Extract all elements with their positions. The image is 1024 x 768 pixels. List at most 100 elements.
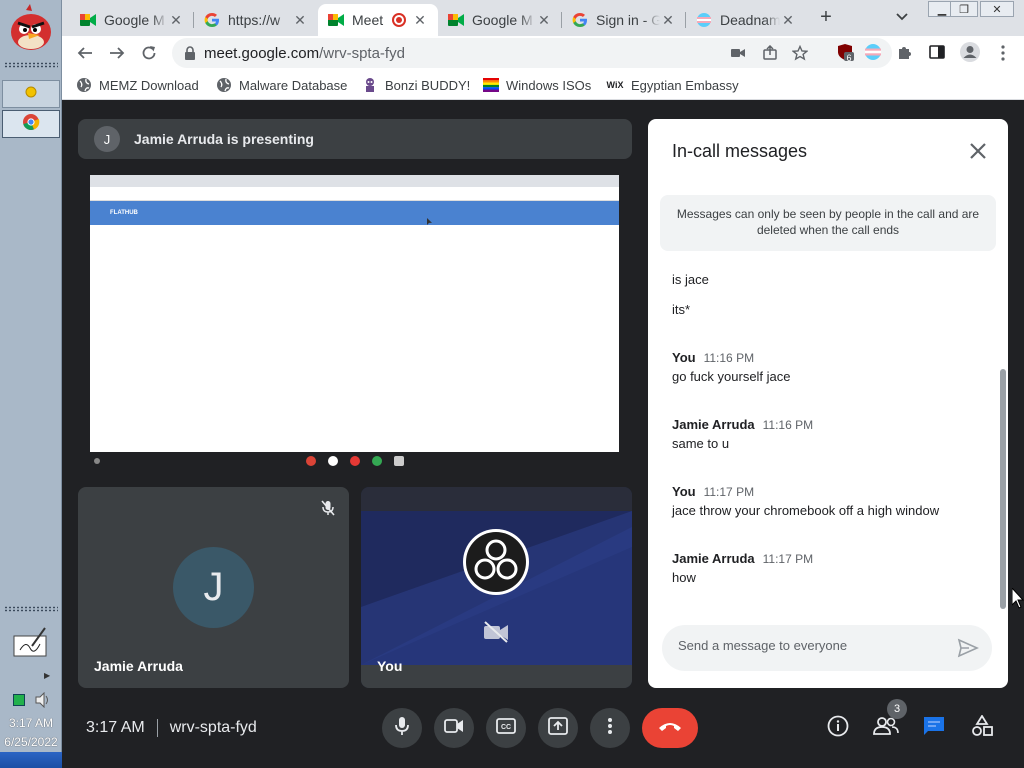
activities-shapes-icon	[971, 713, 993, 742]
signature-app-icon[interactable]	[12, 626, 48, 658]
close-tab-icon[interactable]: ✕	[780, 12, 796, 29]
taskbar-app-button[interactable]	[2, 80, 60, 108]
tab-title: Deadnam	[720, 12, 780, 28]
camera-in-use-icon[interactable]	[730, 45, 746, 61]
angry-bird-logo-icon[interactable]	[6, 4, 56, 54]
forward-button[interactable]	[106, 42, 128, 64]
new-tab-button[interactable]: +	[814, 6, 838, 29]
taskbar-date[interactable]: 6/25/2022	[0, 735, 62, 749]
chat-scrollbar[interactable]	[1000, 369, 1006, 609]
back-button[interactable]	[74, 42, 96, 64]
google-icon	[572, 12, 588, 28]
globe-icon	[76, 77, 92, 93]
tab-google-meet-2[interactable]: Google M ✕	[438, 4, 562, 36]
mic-muted-icon	[319, 499, 337, 522]
tab-search-chevron-icon[interactable]	[896, 8, 908, 24]
close-window-button[interactable]: ✕	[980, 1, 1014, 17]
message-sender: You	[672, 350, 696, 365]
tab-sign-in[interactable]: Sign in - G ✕	[562, 4, 686, 36]
restore-button[interactable]: ❐	[950, 1, 978, 17]
send-icon[interactable]	[956, 636, 980, 660]
tab-title: https://w	[228, 12, 281, 28]
bonzi-icon	[362, 77, 378, 93]
meet-content: J Jamie Arruda is presenting FLATHUB J J…	[62, 101, 1024, 768]
more-vert-icon	[607, 717, 613, 740]
shared-shelf	[90, 452, 619, 470]
tray-expand-icon[interactable]: ▶	[44, 671, 50, 680]
message-input[interactable]	[678, 638, 938, 653]
more-options-button[interactable]	[590, 708, 630, 748]
bookmark-malware-database[interactable]: Malware Database	[216, 77, 347, 93]
meeting-details-button[interactable]	[823, 713, 853, 743]
participant-tile-you[interactable]: You	[361, 487, 632, 688]
extensions-puzzle-icon[interactable]	[896, 43, 914, 61]
bookmark-windows-isos[interactable]: Windows ISOs	[483, 77, 591, 93]
close-panel-button[interactable]	[966, 139, 990, 163]
volume-icon[interactable]	[34, 691, 52, 713]
rainbow-flag-icon	[483, 77, 499, 93]
meet-icon	[448, 12, 464, 28]
close-tab-icon[interactable]: ✕	[412, 12, 428, 29]
bookmark-star-icon[interactable]	[791, 44, 809, 61]
profile-avatar-icon[interactable]	[959, 41, 981, 63]
chrome-menu-icon[interactable]	[994, 44, 1012, 62]
taskbar-time[interactable]: 3:17 AM	[0, 716, 62, 730]
tab-meet-active[interactable]: Meet ✕	[318, 4, 438, 36]
message-header: Jamie Arruda 11:17 PM	[672, 551, 813, 566]
shelf-gmail-icon	[328, 456, 338, 466]
start-bar[interactable]	[0, 752, 62, 768]
close-tab-icon[interactable]: ✕	[660, 12, 676, 29]
side-panel-icon[interactable]	[928, 43, 946, 61]
captions-icon: CC	[496, 717, 516, 739]
shelf-chrome-icon	[306, 456, 316, 466]
people-icon	[873, 716, 899, 741]
address-bar[interactable]: meet.google.com/wrv-spta-fyd	[172, 38, 892, 68]
panel-title: In-call messages	[672, 141, 808, 161]
message-header: You 11:16 PM	[672, 350, 754, 365]
trans-flag-extension-icon[interactable]	[864, 43, 882, 61]
shared-tabstrip	[90, 175, 619, 187]
taskbar-grip[interactable]	[4, 62, 58, 68]
tab-deadname[interactable]: Deadnam ✕	[686, 4, 806, 36]
video-camera-icon	[444, 718, 464, 739]
participant-tile-jamie[interactable]: J Jamie Arruda	[78, 487, 349, 688]
close-tab-icon[interactable]: ✕	[536, 12, 552, 29]
captions-button[interactable]: CC	[486, 708, 526, 748]
microphone-button[interactable]	[382, 708, 422, 748]
extension-badge: 6	[846, 53, 852, 63]
tab-https[interactable]: https://w ✕	[194, 4, 318, 36]
bookmark-egyptian-embassy[interactable]: WiX Egyptian Embassy	[606, 77, 739, 93]
chat-button[interactable]	[919, 713, 949, 743]
taskbar-grip-lower[interactable]	[4, 606, 58, 612]
message-text: jace throw your chromebook off a high wi…	[672, 503, 940, 518]
camera-button[interactable]	[434, 708, 474, 748]
network-icon[interactable]	[13, 694, 25, 706]
close-tab-icon[interactable]: ✕	[168, 12, 184, 29]
recording-icon	[392, 13, 406, 27]
reload-button[interactable]	[138, 42, 160, 64]
share-icon[interactable]	[762, 44, 778, 61]
chrome-icon	[22, 113, 40, 136]
bookmark-bonzi-buddy[interactable]: Bonzi BUDDY!	[362, 77, 470, 93]
present-button[interactable]	[538, 708, 578, 748]
message-time: 11:16 PM	[762, 418, 814, 432]
taskbar-chrome-button[interactable]	[2, 110, 60, 138]
tab-title: Google M	[104, 12, 165, 28]
launcher-icon	[94, 458, 100, 464]
leave-call-button[interactable]	[642, 708, 698, 748]
tab-title: Google M	[472, 12, 533, 28]
shared-screen[interactable]: FLATHUB	[90, 175, 619, 470]
shared-toolbar	[90, 187, 619, 201]
participant-name: You	[377, 658, 403, 674]
message-header: You 11:17 PM	[672, 484, 754, 499]
close-tab-icon[interactable]: ✕	[292, 12, 308, 29]
tab-google-meet-1[interactable]: Google M ✕	[70, 4, 194, 36]
shared-banner: FLATHUB	[90, 201, 619, 225]
message-sender: Jamie Arruda	[672, 417, 755, 432]
lock-icon[interactable]	[184, 46, 196, 65]
presenting-banner[interactable]: J Jamie Arruda is presenting	[78, 119, 632, 159]
sun-app-icon	[23, 84, 39, 105]
bookmark-memz[interactable]: MEMZ Download	[76, 77, 199, 93]
activities-button[interactable]	[967, 713, 997, 743]
shelf-app-icon	[372, 456, 382, 466]
